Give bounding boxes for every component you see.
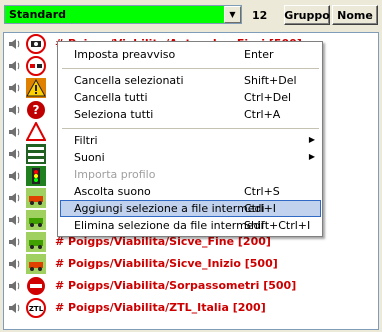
car-icon [26, 210, 46, 230]
svg-text:?: ? [33, 103, 40, 117]
speaker-icon[interactable] [7, 300, 23, 316]
speaker-icon[interactable] [7, 278, 23, 294]
menu-item-filtri[interactable]: Filtri ▶ [60, 132, 321, 149]
gruppo-button[interactable]: Gruppo [284, 5, 330, 25]
no-overtaking-icon [26, 56, 46, 76]
item-count: 12 [252, 9, 268, 22]
speaker-icon[interactable] [7, 168, 23, 184]
list-item[interactable]: # Poigps/Viabilita/Sicve_Inizio [500] [4, 253, 376, 275]
menu-item-aggiungi-selezione[interactable]: Aggiungi selezione a file intermedi Ctrl… [60, 200, 321, 217]
speaker-icon[interactable] [7, 58, 23, 74]
speaker-icon[interactable] [7, 80, 23, 96]
traffic-light-icon [26, 166, 46, 186]
menu-separator [62, 128, 319, 129]
speaker-icon[interactable] [7, 36, 23, 52]
list-item[interactable]: ZTL # Poigps/Viabilita/ZTL_Italia [200] [4, 297, 376, 319]
row-label: # Poigps/Viabilita/Sicve_Inizio [500] [55, 257, 278, 270]
chevron-down-icon[interactable]: ▼ [224, 6, 241, 23]
menu-item-cancella-selezionati[interactable]: Cancella selezionati Shift+Del [60, 72, 321, 89]
toolbar: Standard ▼ 12 Gruppo Nome [0, 0, 382, 28]
sorpassometri-icon [27, 277, 45, 295]
menu-item-imposta-preavviso[interactable]: Imposta preavviso Enter [60, 46, 321, 63]
menu-item-importa-profilo: Importa profilo [74, 168, 156, 181]
svg-text:ZTL: ZTL [29, 305, 44, 313]
speaker-icon[interactable] [7, 234, 23, 250]
warning-icon [26, 78, 46, 98]
nome-button[interactable]: Nome [332, 5, 378, 25]
sicve-inizio-icon [26, 254, 46, 274]
menu-separator [62, 68, 319, 69]
list-item[interactable]: # Poigps/Viabilita/Sorpassometri [500] [4, 275, 376, 297]
menu-item-seleziona-tutti[interactable]: Seleziona tutti Ctrl+A [60, 106, 321, 123]
profile-combo-value: Standard [9, 8, 67, 21]
sicve-fine-icon [26, 232, 46, 252]
speaker-icon[interactable] [7, 190, 23, 206]
question-icon: ? [27, 101, 45, 119]
menu-item-suoni[interactable]: Suoni ▶ [60, 149, 321, 166]
speaker-icon[interactable] [7, 124, 23, 140]
menu-item-ascolta-suono[interactable]: Ascolta suono Ctrl+S [60, 183, 321, 200]
triangle-icon [26, 122, 46, 141]
speaker-icon[interactable] [7, 146, 23, 162]
menu-item-elimina-selezione[interactable]: Elimina selezione da file intermedi Shif… [60, 217, 321, 234]
tutor-icon [26, 188, 46, 208]
menu-item-cancella-tutti[interactable]: Cancella tutti Ctrl+Del [60, 89, 321, 106]
profile-combo[interactable]: Standard ▼ [4, 5, 242, 24]
level-crossing-icon [26, 144, 46, 164]
speaker-icon[interactable] [7, 256, 23, 272]
speaker-icon[interactable] [7, 102, 23, 118]
autovelox-icon [26, 34, 46, 54]
speaker-icon[interactable] [7, 212, 23, 228]
context-menu: Imposta preavviso Enter Cancella selezio… [57, 41, 323, 237]
ztl-icon: ZTL [26, 298, 46, 318]
submenu-arrow-icon: ▶ [308, 152, 315, 161]
row-label: # Poigps/Viabilita/Sorpassometri [500] [55, 279, 297, 292]
row-label: # Poigps/Viabilita/ZTL_Italia [200] [55, 301, 266, 314]
submenu-arrow-icon: ▶ [308, 135, 315, 144]
